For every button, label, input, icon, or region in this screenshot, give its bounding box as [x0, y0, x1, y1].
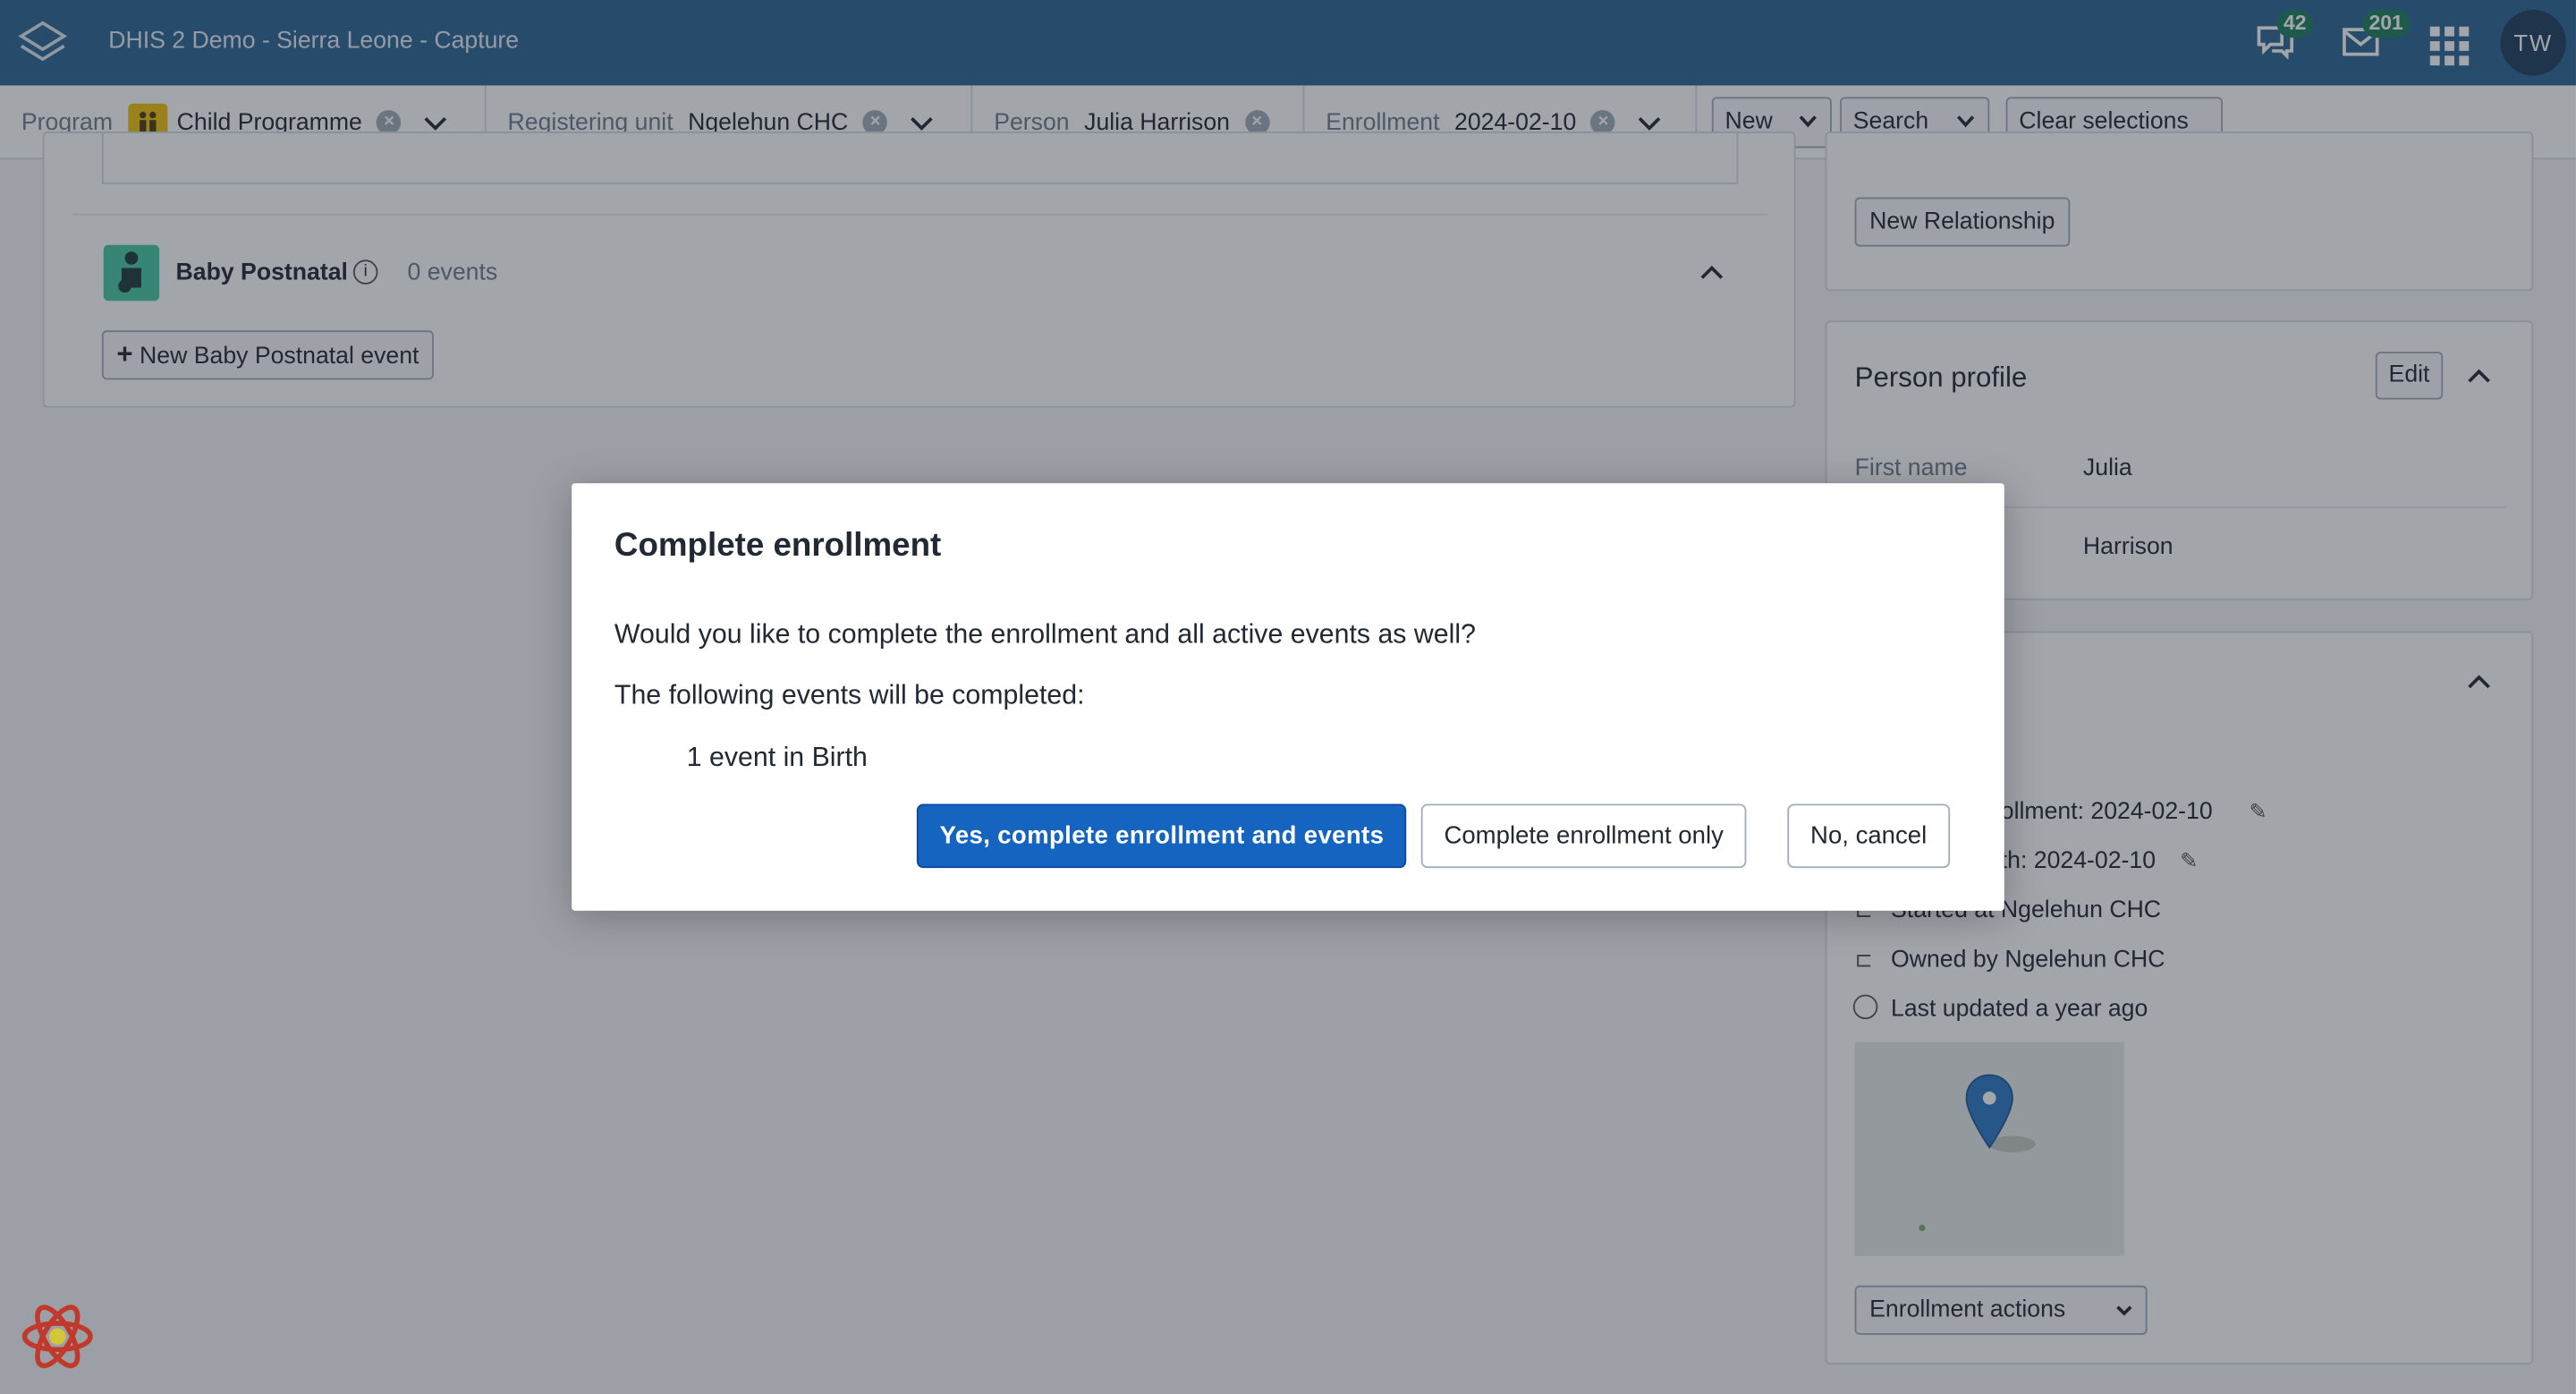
modal-following-text: The following events will be completed: — [614, 680, 1085, 710]
cancel-button[interactable]: No, cancel — [1787, 803, 1950, 869]
complete-enrollment-and-events-button[interactable]: Yes, complete enrollment and events — [916, 803, 1408, 869]
modal-event-item: 1 event in Birth — [686, 743, 868, 773]
complete-enrollment-modal: Complete enrollment Would you like to co… — [572, 483, 2004, 911]
complete-enrollment-only-button[interactable]: Complete enrollment only — [1420, 803, 1747, 869]
modal-question: Would you like to complete the enrollmen… — [614, 619, 1476, 650]
react-devtools-icon[interactable] — [20, 1298, 95, 1374]
modal-title: Complete enrollment — [614, 527, 942, 565]
